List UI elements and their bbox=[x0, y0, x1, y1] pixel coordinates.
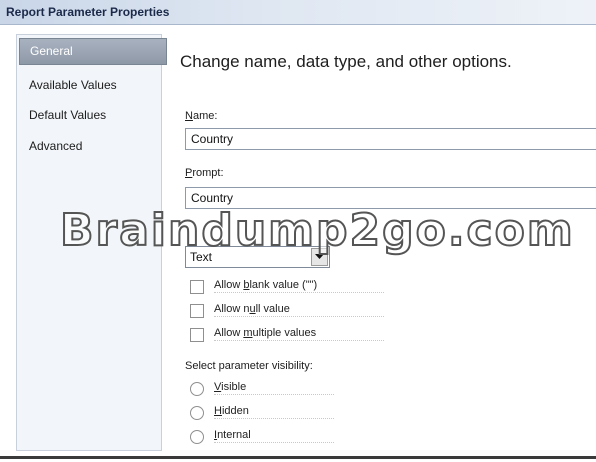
allow-multiple-label: Allow multiple values bbox=[214, 327, 317, 339]
hidden-label: Hidden bbox=[214, 405, 249, 417]
allow-blank-label: Allow blank value ("") bbox=[214, 279, 318, 291]
sidebar-item-advanced[interactable]: Advanced bbox=[19, 133, 165, 160]
visibility-label: Select parameter visibility: bbox=[185, 360, 313, 372]
watermark-text: Braindump2go.com bbox=[59, 204, 575, 257]
allow-multiple-checkbox[interactable] bbox=[190, 328, 204, 342]
bottom-divider bbox=[0, 456, 596, 459]
sidebar-item-general[interactable]: General bbox=[19, 38, 167, 65]
internal-label: Internal bbox=[214, 429, 251, 441]
dotted-rule bbox=[214, 340, 384, 341]
internal-radio[interactable] bbox=[190, 430, 204, 444]
hidden-radio[interactable] bbox=[190, 406, 204, 420]
name-input[interactable]: Country bbox=[185, 128, 596, 150]
sidebar-item-default-values[interactable]: Default Values bbox=[19, 102, 165, 129]
dotted-rule bbox=[214, 442, 334, 443]
dotted-rule bbox=[214, 394, 334, 395]
name-label: Name: bbox=[185, 110, 218, 122]
allow-null-checkbox[interactable] bbox=[190, 304, 204, 318]
page-heading: Change name, data type, and other option… bbox=[180, 52, 512, 71]
dotted-rule bbox=[214, 316, 384, 317]
title-bar: Report Parameter Properties bbox=[0, 0, 596, 25]
visible-label: Visible bbox=[214, 381, 247, 393]
visible-radio[interactable] bbox=[190, 382, 204, 396]
sidebar-item-available-values[interactable]: Available Values bbox=[19, 72, 165, 99]
prompt-label: Prompt: bbox=[185, 167, 224, 179]
allow-blank-checkbox[interactable] bbox=[190, 280, 204, 294]
window-title: Report Parameter Properties bbox=[6, 5, 170, 19]
allow-null-label: Allow null value bbox=[214, 303, 290, 315]
dotted-rule bbox=[214, 292, 384, 293]
dotted-rule bbox=[214, 418, 334, 419]
